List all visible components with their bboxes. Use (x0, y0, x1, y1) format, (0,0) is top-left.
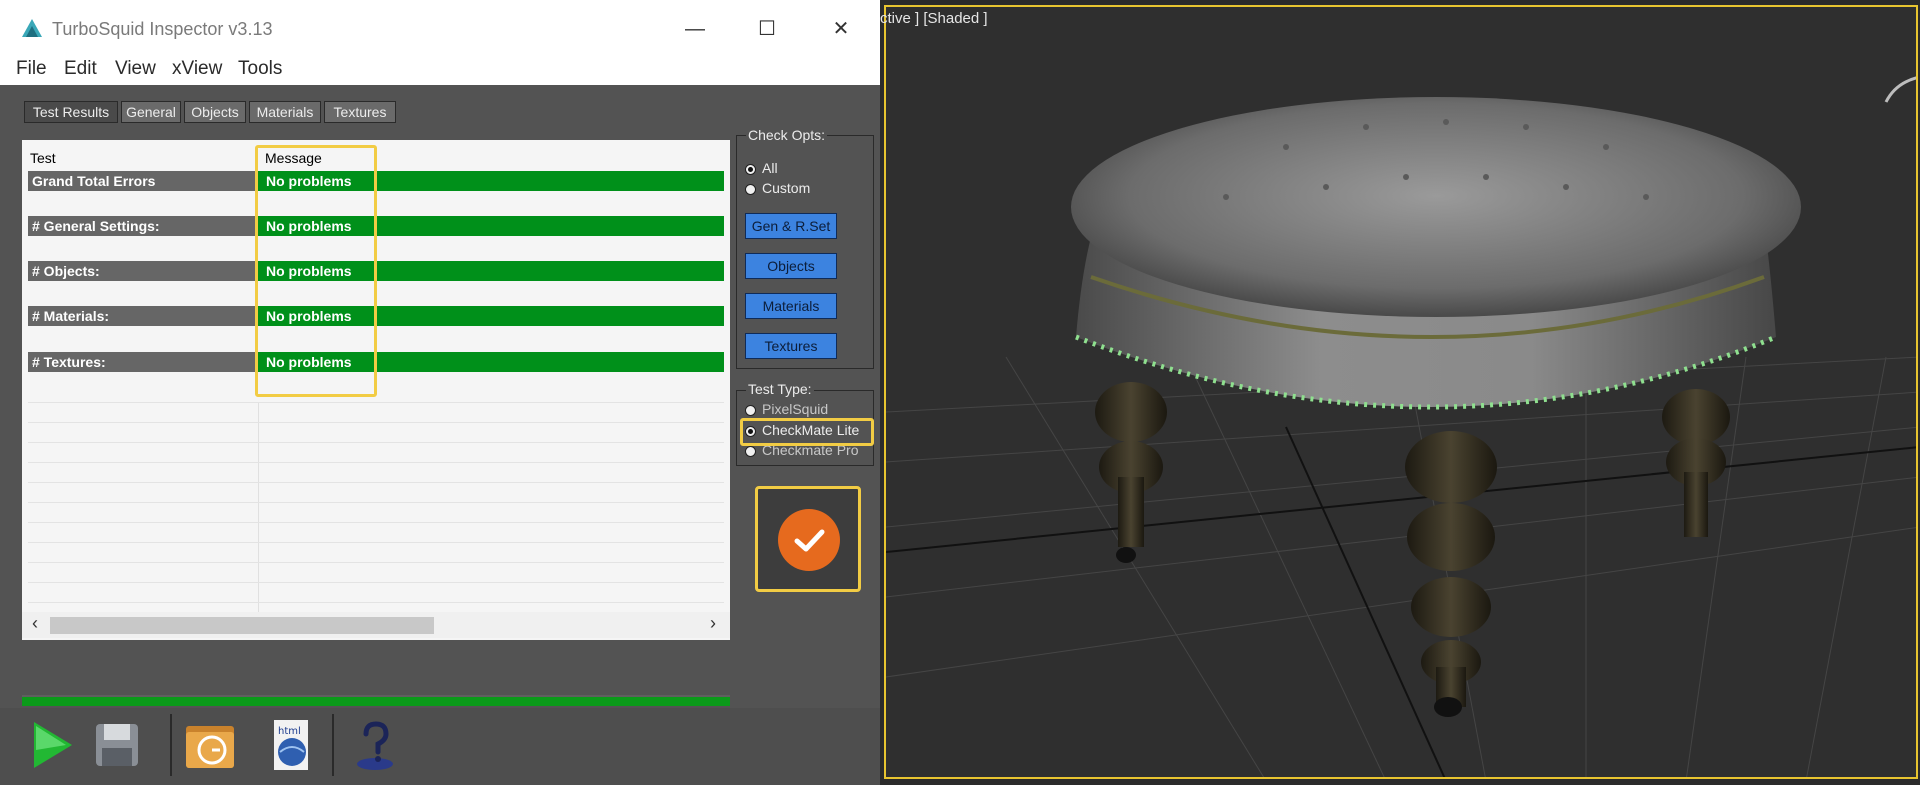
radio-all[interactable]: All (745, 160, 778, 176)
horizontal-scrollbar[interactable]: ‹ › (22, 612, 730, 638)
radio-custom[interactable]: Custom (745, 180, 810, 196)
table-gridline (28, 582, 724, 583)
status-progress-bar (22, 695, 730, 706)
radio-pixelsquid[interactable]: PixelSquid (745, 401, 828, 417)
play-icon[interactable] (22, 716, 80, 774)
close-button[interactable]: ✕ (826, 14, 856, 44)
table-gridline (28, 442, 724, 443)
tab-test-results[interactable]: Test Results (24, 101, 118, 123)
tab-objects[interactable]: Objects (184, 101, 246, 123)
app-icon (22, 19, 42, 37)
html-icon[interactable]: html (262, 716, 320, 774)
tab-general[interactable]: General (121, 101, 181, 123)
3d-viewport[interactable] (884, 5, 1918, 779)
run-check-button[interactable] (755, 486, 861, 592)
title-bar[interactable]: TurboSquid Inspector v3.13 — ☐ ✕ (0, 0, 880, 55)
menu-edit[interactable]: Edit (64, 58, 97, 80)
help-icon[interactable] (346, 716, 404, 774)
viewport-label[interactable]: ctive ] [Shaded ] (880, 10, 988, 27)
table-gridline (28, 422, 724, 423)
message-column-highlight (255, 145, 377, 397)
radio-dot-pixelsquid[interactable] (745, 404, 756, 416)
scroll-left-icon[interactable]: ‹ (32, 613, 38, 634)
column-divider (258, 402, 259, 612)
scroll-right-icon[interactable]: › (710, 613, 716, 634)
table-row-test[interactable]: # Materials: (28, 306, 256, 326)
toolbar-separator (170, 714, 172, 776)
radio-dot-all[interactable] (745, 163, 756, 175)
table-gridline (28, 502, 724, 503)
table-row-test[interactable]: # Objects: (28, 261, 256, 281)
tab-textures[interactable]: Textures (324, 101, 396, 123)
check-icon[interactable] (778, 509, 840, 571)
menu-bar: File Edit View xView Tools (0, 55, 880, 85)
inspector-client-area: Test Results General Objects Materials T… (0, 85, 880, 785)
menu-xview[interactable]: xView (172, 58, 222, 80)
table-gridline (28, 542, 724, 543)
objects-button[interactable]: Objects (745, 253, 837, 279)
bottom-toolbar: html (0, 708, 880, 785)
table-gridline (28, 602, 724, 603)
inspector-window: TurboSquid Inspector v3.13 — ☐ ✕ File Ed… (0, 0, 880, 785)
checkmate-lite-highlight (740, 418, 874, 446)
radio-dot-checkmate-pro[interactable] (745, 445, 756, 457)
menu-tools[interactable]: Tools (238, 58, 282, 80)
column-header-test[interactable]: Test (30, 150, 56, 166)
table-gridline (28, 562, 724, 563)
materials-button[interactable]: Materials (745, 293, 837, 319)
gen-rset-button[interactable]: Gen & R.Set (745, 213, 837, 239)
folder-icon[interactable] (180, 716, 238, 774)
table-row-test[interactable]: Grand Total Errors (28, 171, 256, 191)
radio-dot-custom[interactable] (745, 183, 756, 195)
tab-materials[interactable]: Materials (249, 101, 321, 123)
menu-file[interactable]: File (16, 58, 47, 80)
radio-custom-label: Custom (762, 180, 811, 196)
save-icon[interactable] (88, 716, 146, 774)
svg-text:html: html (278, 726, 301, 737)
ottoman-legs (1095, 382, 1730, 717)
minimize-button[interactable]: — (680, 14, 710, 44)
textures-button[interactable]: Textures (745, 333, 837, 359)
table-row-test[interactable]: # Textures: (28, 352, 256, 372)
menu-view[interactable]: View (115, 58, 156, 80)
table-gridline (28, 462, 724, 463)
window-title: TurboSquid Inspector v3.13 (52, 19, 273, 39)
toolbar-separator (332, 714, 334, 776)
ottoman-model (1071, 97, 1801, 410)
results-table[interactable]: Test Message Grand Total Errors No probl… (22, 140, 730, 640)
test-type-legend: Test Type: (746, 381, 814, 397)
radio-all-label: All (762, 160, 778, 176)
radio-pixelsquid-label: PixelSquid (762, 401, 829, 417)
table-row-test[interactable]: # General Settings: (28, 216, 256, 236)
check-opts-legend: Check Opts: (746, 127, 828, 143)
table-gridline (28, 402, 724, 403)
table-gridline (28, 522, 724, 523)
table-gridline (28, 482, 724, 483)
scrollbar-thumb[interactable] (50, 617, 434, 634)
maximize-button[interactable]: ☐ (752, 14, 782, 44)
